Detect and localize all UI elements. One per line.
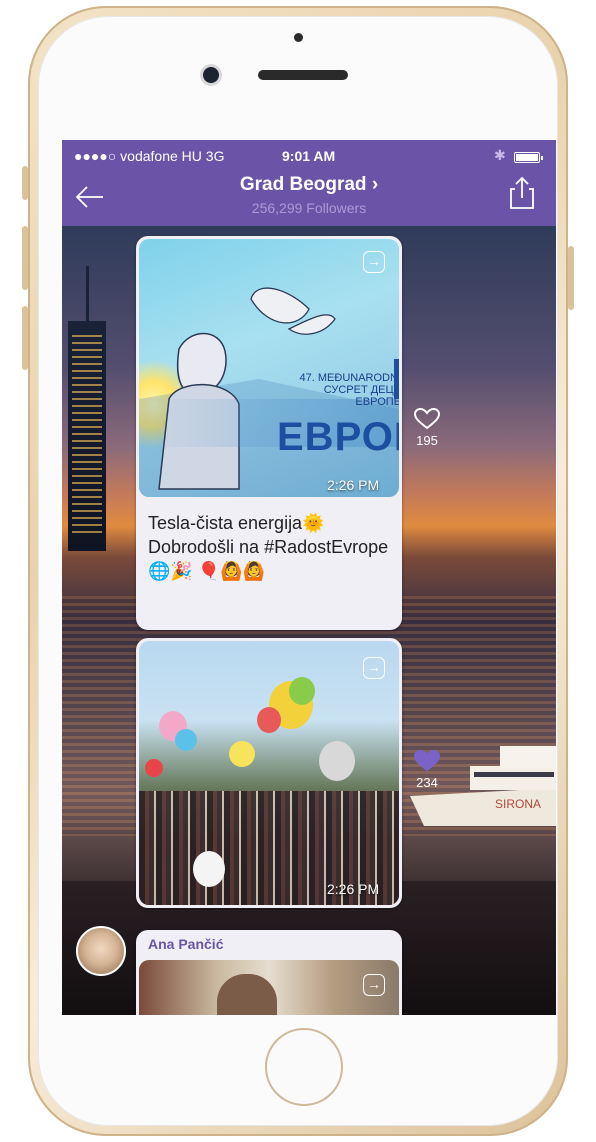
balloon [319,741,355,781]
message-card[interactable]: → 2:26 PM [136,638,402,908]
power-button [568,246,574,310]
message-time: 2:26 PM [327,477,380,493]
heart-filled-icon[interactable] [414,750,440,772]
volume-down-button [22,306,28,370]
bluetooth-icon: ✱ [494,147,506,163]
message-time: 2:26 PM [327,881,380,897]
carrier-label: ●●●●○ vodafone HU 3G [74,148,225,164]
tower-antenna [86,266,89,324]
front-camera [203,67,219,83]
balloon [193,851,225,887]
like-control[interactable]: 195 [412,408,442,448]
balloon [175,729,197,751]
svg-text:SIRONA: SIRONA [495,797,541,811]
avatar[interactable] [76,926,126,976]
chat-header: ●●●●○ vodafone HU 3G 9:01 AM ✱ Grad Beog… [62,140,556,226]
forward-icon[interactable]: → [363,974,385,996]
followers-count: 256,299 Followers [251,200,367,216]
earpiece-speaker [258,70,348,80]
heart-outline-icon[interactable] [414,408,440,430]
balloon [229,741,255,767]
message-image[interactable]: → [139,960,399,1015]
forward-icon[interactable]: → [363,657,385,679]
like-count: 195 [416,433,438,448]
poster-caption: 47. MEĐUNARODNI СУСРЕТ ДЕЦЕ ЕВРОПЕ [299,372,399,408]
balloon [289,677,315,705]
tower-building [68,321,106,551]
status-time: 9:01 AM [282,148,336,164]
battery-icon [514,152,543,163]
mute-switch [22,166,28,200]
home-button[interactable] [265,1028,343,1106]
message-card[interactable]: 47. MEĐUNARODNI СУСРЕТ ДЕЦЕ ЕВРОПЕ ЕВРОП… [136,236,402,630]
balloon [257,707,281,733]
message-image[interactable]: → 2:26 PM [139,641,399,905]
like-control[interactable]: 234 [412,750,442,790]
poster-bar [394,359,399,399]
screen: SIRONA ●●●●○ vodafone HU 3G 9:01 AM ✱ Gr… [62,140,556,1015]
forward-icon[interactable]: → [363,251,385,273]
balloon [145,759,163,777]
status-bar: ●●●●○ vodafone HU 3G 9:01 AM ✱ [62,146,556,166]
channel-title[interactable]: Grad Beograd › [62,174,556,196]
poster-headline: ЕВРОП [277,415,399,459]
person-photo [217,974,277,1015]
message-text: Tesla-čista energija🌞 Dobrodošli na #Rad… [148,513,389,581]
sender-name[interactable]: Ana Pančić [148,936,223,952]
share-icon[interactable] [508,176,536,210]
like-count: 234 [416,775,438,790]
volume-up-button [22,226,28,290]
message-card[interactable]: Ana Pančić → [136,930,402,1015]
proximity-sensor [294,33,303,42]
message-image[interactable]: 47. MEĐUNARODNI СУСРЕТ ДЕЦЕ ЕВРОПЕ ЕВРОП… [139,239,399,497]
